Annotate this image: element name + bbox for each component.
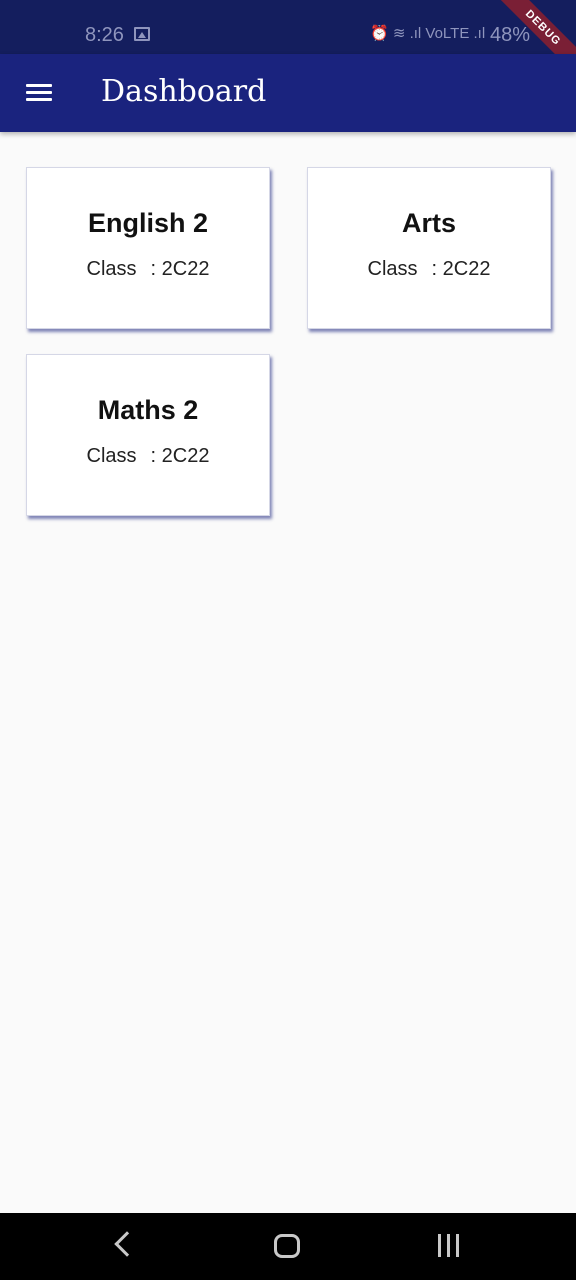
- card-class-label: Class: [86, 258, 137, 280]
- card-title: Maths 2: [97, 395, 199, 425]
- card-class-value: : 2C22: [150, 445, 210, 467]
- system-nav-bar: [0, 1213, 576, 1280]
- gallery-icon: [134, 27, 150, 41]
- card-class-label: Class: [86, 445, 137, 467]
- status-time: 8:26: [85, 24, 124, 46]
- recents-icon-bar: [456, 1234, 459, 1257]
- card-class: Class : 2C22: [27, 445, 269, 468]
- card-class: Class : 2C22: [27, 258, 269, 281]
- app-bar: Dashboard: [0, 54, 576, 132]
- course-card-maths-2[interactable]: Maths 2 Class : 2C22: [26, 354, 270, 516]
- recents-icon[interactable]: [437, 1234, 461, 1258]
- card-class-label: Class: [367, 258, 418, 280]
- card-title: English 2: [87, 208, 209, 238]
- back-chevron-icon[interactable]: [114, 1231, 140, 1257]
- card-title: Arts: [401, 208, 456, 238]
- menu-icon-line: [26, 98, 52, 101]
- recents-icon-bar: [438, 1234, 441, 1257]
- recents-icon-bar: [447, 1234, 450, 1257]
- menu-icon[interactable]: [20, 76, 58, 110]
- page-title: Dashboard: [101, 74, 267, 109]
- card-class: Class : 2C22: [308, 258, 550, 281]
- home-icon[interactable]: [274, 1234, 300, 1258]
- menu-icon-line: [26, 91, 52, 94]
- card-class-value: : 2C22: [431, 258, 491, 280]
- menu-icon-line: [26, 84, 52, 87]
- card-class-value: : 2C22: [150, 258, 210, 280]
- course-card-english-2[interactable]: English 2 Class : 2C22: [26, 167, 270, 329]
- status-bar: 8:26 ⏰ ≋ .ıl VoLTE .ıl 48% DEBUG: [0, 0, 576, 82]
- network-status-icons: ⏰ ≋ .ıl VoLTE .ıl: [370, 25, 486, 42]
- course-card-arts[interactable]: Arts Class : 2C22: [307, 167, 551, 329]
- screen: 8:26 ⏰ ≋ .ıl VoLTE .ıl 48% DEBUG Dashboa…: [0, 0, 576, 1280]
- battery-level: 48%: [490, 24, 531, 46]
